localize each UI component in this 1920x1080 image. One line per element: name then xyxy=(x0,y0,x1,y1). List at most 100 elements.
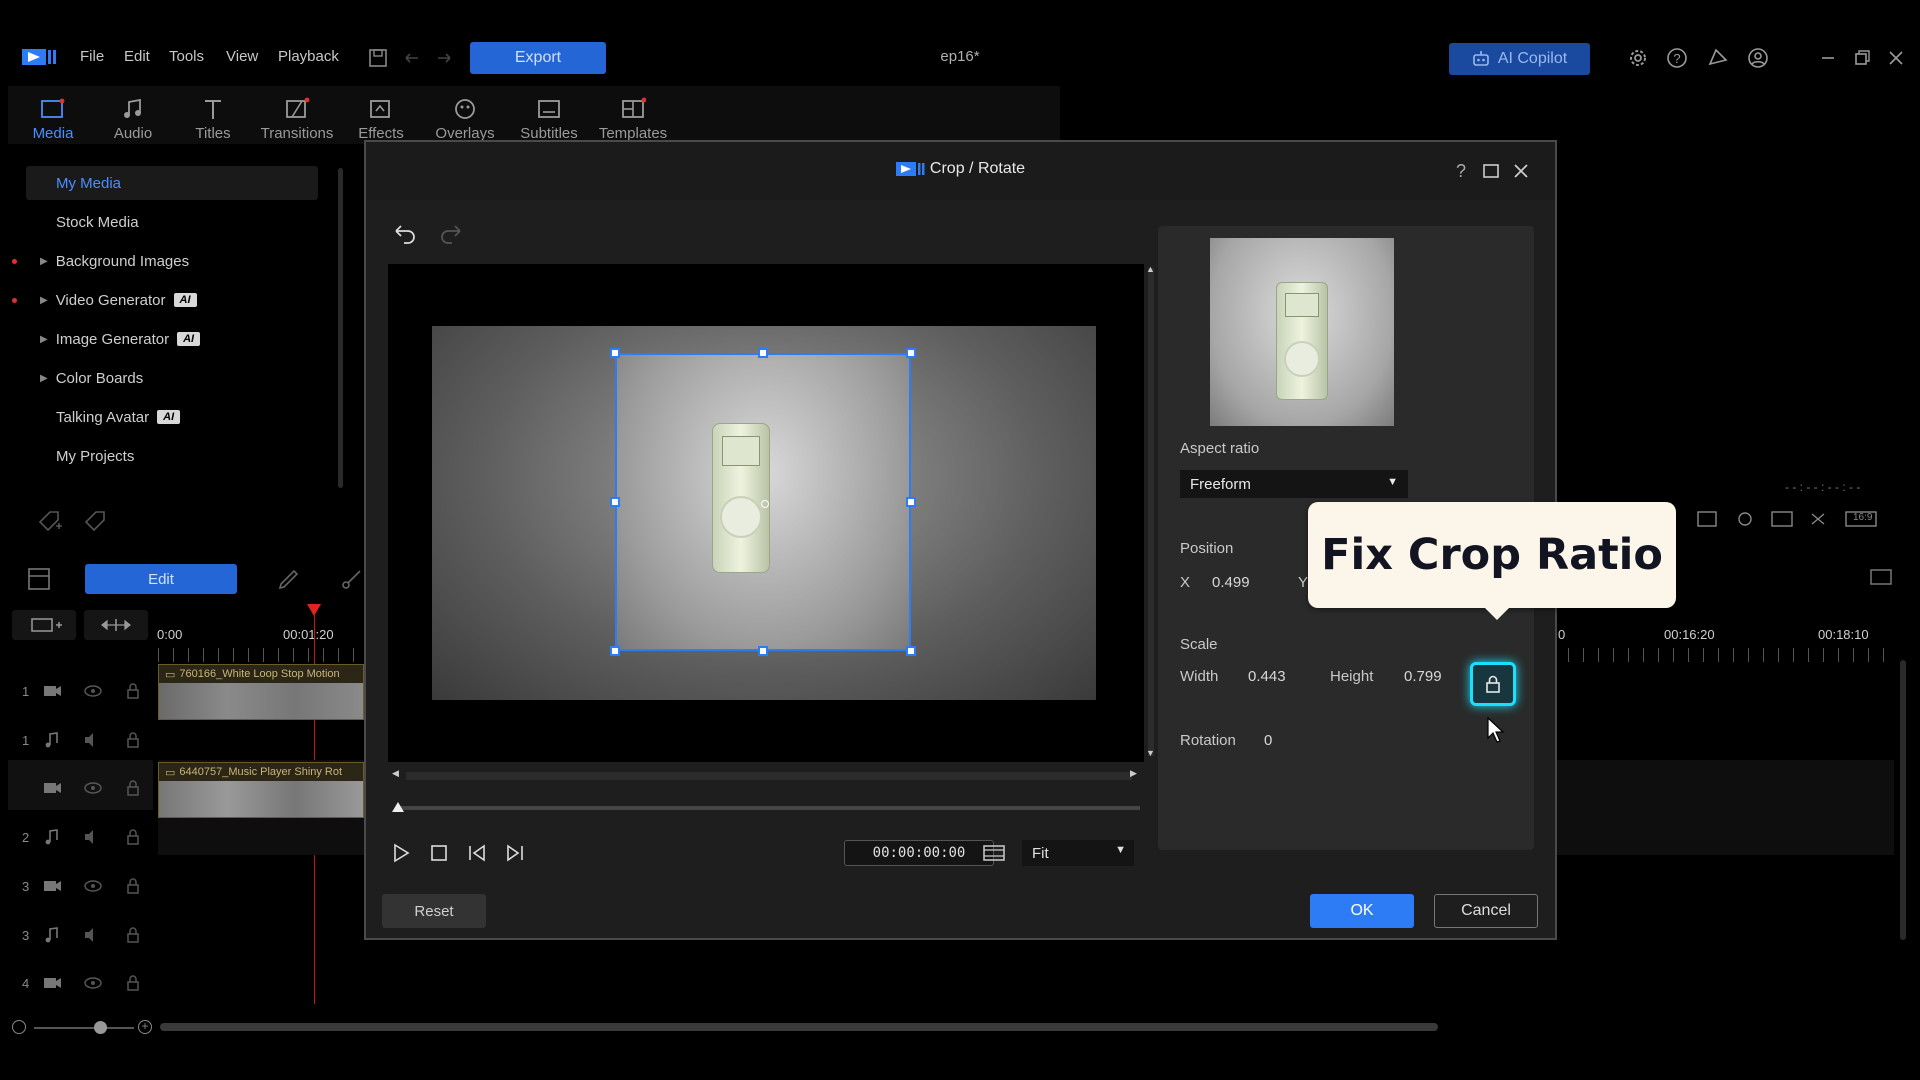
timeline-vertical-scrollbar[interactable] xyxy=(1900,660,1906,940)
maximize-icon[interactable] xyxy=(1482,162,1500,180)
tree-item-video-generator[interactable]: ▶ Video Generator AI xyxy=(22,283,318,317)
timeline-layout-icon[interactable] xyxy=(26,566,52,592)
scroll-left-arrow-icon[interactable]: ◀ xyxy=(392,768,399,779)
help-icon[interactable]: ? xyxy=(1451,160,1471,182)
crop-handle-bottom-left[interactable] xyxy=(610,646,620,656)
tag-icon[interactable] xyxy=(82,508,110,534)
crop-handle-bottom-right[interactable] xyxy=(906,646,916,656)
tree-item-my-media[interactable]: My Media xyxy=(22,166,318,200)
scroll-right-arrow-icon[interactable]: ▶ xyxy=(1130,768,1137,779)
scroll-down-arrow-icon[interactable]: ▼ xyxy=(1146,748,1155,758)
track-manager-button[interactable] xyxy=(12,610,76,640)
video-clip[interactable]: ▭ 6440757_Music Player Shiny Rot xyxy=(158,762,364,818)
stop-icon[interactable] xyxy=(428,842,450,864)
feedback-icon[interactable] xyxy=(1706,46,1730,70)
tab-titles[interactable]: Titles xyxy=(174,86,252,144)
seek-thumb[interactable] xyxy=(392,802,404,812)
video-clip[interactable]: ▭ 760166_White Loop Stop Motion xyxy=(158,664,364,720)
crop-handle-top-left[interactable] xyxy=(610,348,620,358)
undo-icon[interactable] xyxy=(390,224,418,246)
expand-arrow-icon[interactable]: ▶ xyxy=(40,334,48,345)
x-value[interactable]: 0.499 xyxy=(1212,574,1250,591)
tree-label: Background Images xyxy=(55,252,190,270)
restore-icon[interactable] xyxy=(1850,46,1874,70)
tab-media[interactable]: Media xyxy=(14,86,92,144)
expand-arrow-icon[interactable]: ▶ xyxy=(40,256,48,267)
ok-button[interactable]: OK xyxy=(1310,894,1414,928)
seek-bar[interactable] xyxy=(398,806,1140,810)
tree-item-image-generator[interactable]: ▶ Image Generator AI xyxy=(22,322,318,356)
tab-overlays[interactable]: Overlays xyxy=(426,86,504,144)
zoom-slider-thumb[interactable] xyxy=(94,1021,107,1034)
help-icon[interactable]: ? xyxy=(1665,46,1689,70)
timeline-settings-icon[interactable] xyxy=(1868,566,1894,590)
zoom-slider-track[interactable] xyxy=(34,1027,134,1029)
rotation-value[interactable]: 0 xyxy=(1264,732,1272,749)
previous-frame-icon[interactable] xyxy=(466,842,488,864)
zoom-in-icon[interactable]: + xyxy=(138,1020,152,1034)
preview-horizontal-scrollbar[interactable] xyxy=(406,772,1132,780)
minimize-icon[interactable] xyxy=(1816,46,1840,70)
tab-effects[interactable]: Effects xyxy=(342,86,420,144)
crop-handle-left[interactable] xyxy=(610,497,620,507)
height-value[interactable]: 0.799 xyxy=(1404,668,1442,685)
aspect-badge[interactable]: 16:9 xyxy=(1853,512,1872,523)
track-number: 2 xyxy=(22,830,30,845)
reset-button[interactable]: Reset xyxy=(382,894,486,928)
tab-subtitles[interactable]: Subtitles xyxy=(510,86,588,144)
expand-arrow-icon[interactable]: ▶ xyxy=(40,295,48,306)
crop-handle-right[interactable] xyxy=(906,497,916,507)
crop-box[interactable] xyxy=(615,353,911,651)
tree-item-background-images[interactable]: ▶ Background Images xyxy=(22,244,318,278)
tab-audio[interactable]: Audio xyxy=(94,86,172,144)
audio-track-icon xyxy=(42,731,162,749)
tree-label: Image Generator xyxy=(55,330,170,348)
zoom-out-icon[interactable] xyxy=(12,1020,26,1034)
track-number: 3 xyxy=(22,879,30,894)
crop-handle-top-right[interactable] xyxy=(906,348,916,358)
scroll-up-arrow-icon[interactable]: ▲ xyxy=(1146,264,1155,274)
preview-vertical-scrollbar[interactable] xyxy=(1148,268,1154,756)
timeline-horizontal-scrollbar[interactable] xyxy=(160,1023,1438,1031)
next-frame-icon[interactable] xyxy=(504,842,526,864)
redo-icon[interactable] xyxy=(438,224,466,246)
close-app-icon[interactable] xyxy=(1884,46,1908,70)
tab-transitions[interactable]: Transitions xyxy=(258,86,336,144)
fit-timeline-button[interactable] xyxy=(84,610,148,640)
zoom-select[interactable]: Fit ▼ xyxy=(1022,840,1134,866)
play-icon[interactable] xyxy=(390,842,412,864)
video-track-icon xyxy=(42,682,162,700)
crop-handle-bottom[interactable] xyxy=(758,646,768,656)
width-value[interactable]: 0.443 xyxy=(1248,668,1286,685)
tree-scrollbar[interactable] xyxy=(338,168,343,488)
lock-ratio-button[interactable] xyxy=(1470,662,1516,706)
account-icon[interactable] xyxy=(1746,46,1770,70)
crop-handle-top[interactable] xyxy=(758,348,768,358)
aspect-ratio-select[interactable]: Freeform ▼ xyxy=(1180,470,1408,498)
timecode-field[interactable]: 00:00:00:00 xyxy=(844,840,994,866)
clip-thumbnails xyxy=(159,781,363,817)
ruler-label: 0 xyxy=(1558,627,1566,642)
tree-item-stock-media[interactable]: Stock Media xyxy=(22,205,318,239)
tree-item-my-projects[interactable]: My Projects xyxy=(22,439,318,473)
add-tag-icon[interactable] xyxy=(36,508,64,534)
crop-center-point[interactable] xyxy=(761,500,769,508)
expand-arrow-icon[interactable]: ▶ xyxy=(40,373,48,384)
edit-button[interactable]: Edit xyxy=(85,564,237,594)
ruler-ticks xyxy=(158,648,364,662)
height-label: Height xyxy=(1330,668,1374,685)
video-track-icon xyxy=(42,877,162,895)
safe-zone-icon[interactable] xyxy=(982,842,1006,864)
tree-item-color-boards[interactable]: ▶ Color Boards xyxy=(22,361,318,395)
ai-copilot-button[interactable]: AI Copilot xyxy=(1449,43,1590,75)
ipod-image xyxy=(712,423,770,573)
cancel-button[interactable]: Cancel xyxy=(1434,894,1538,928)
close-icon[interactable] xyxy=(1512,162,1530,180)
aspect-ratio-value: Freeform xyxy=(1190,475,1251,493)
pen-icon[interactable] xyxy=(276,566,302,592)
crop-preview-area[interactable] xyxy=(388,264,1144,762)
scissors-icon[interactable] xyxy=(340,566,364,592)
tree-item-talking-avatar[interactable]: Talking Avatar AI xyxy=(22,400,318,434)
tab-templates[interactable]: Templates xyxy=(594,86,672,144)
settings-gear-icon[interactable] xyxy=(1626,46,1650,70)
